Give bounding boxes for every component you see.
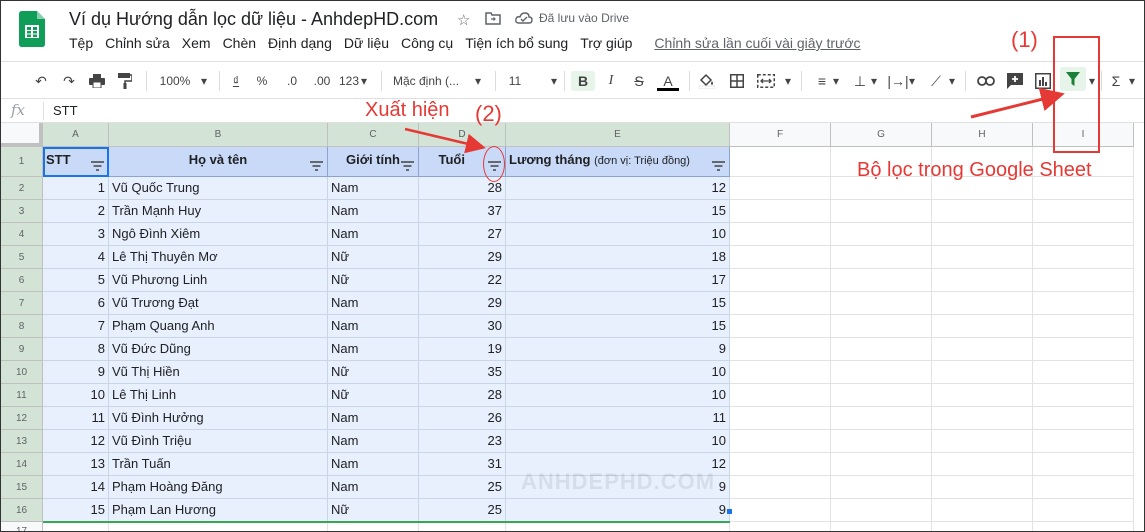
watermark: ANHDEPHD.COM: [521, 469, 716, 494]
arrow-to-filter-button: [970, 87, 1065, 119]
sheets-window: Ví dụ Hướng dẫn lọc dữ liệu - AnhdepHD.c…: [0, 0, 1145, 532]
arrow-to-column-filter: [404, 127, 486, 154]
annotation-arrows: [404, 87, 1065, 154]
